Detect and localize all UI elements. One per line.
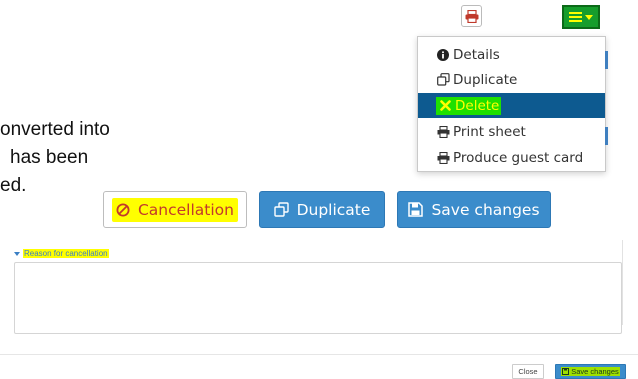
footer-save-changes-button[interactable]: Save changes xyxy=(555,364,626,379)
scroll-edge xyxy=(622,240,623,325)
menu-item-print-sheet[interactable]: Print sheet xyxy=(418,119,605,144)
actions-dropdown: Details Duplicate Delete Print sheet Pro… xyxy=(417,36,608,172)
save-icon xyxy=(562,368,570,375)
times-icon xyxy=(438,100,452,111)
menu-item-label: Delete xyxy=(455,97,500,114)
menu-item-label: Duplicate xyxy=(453,71,518,88)
menu-item-produce-guest-card[interactable]: Produce guest card xyxy=(418,145,605,170)
menu-item-delete[interactable]: Delete xyxy=(418,93,605,118)
menu-item-duplicate[interactable]: Duplicate xyxy=(418,67,605,92)
background-edge xyxy=(605,127,608,145)
document-text-line: ed. xyxy=(0,175,27,196)
chevron-down-icon xyxy=(14,251,20,256)
save-changes-label: Save changes xyxy=(431,200,540,219)
print-icon xyxy=(436,151,450,164)
footer-divider xyxy=(0,354,638,355)
print-icon xyxy=(436,125,450,138)
copy-icon xyxy=(273,202,289,217)
print-button[interactable] xyxy=(461,5,482,27)
footer-save-label: Save changes xyxy=(571,367,619,376)
menu-item-label: Produce guest card xyxy=(453,149,584,166)
reason-panel-header[interactable]: Reason for cancellation xyxy=(14,249,109,258)
hamburger-icon xyxy=(569,12,582,22)
duplicate-button[interactable]: Duplicate xyxy=(259,191,385,228)
info-circle-icon xyxy=(436,48,450,61)
save-changes-button[interactable]: Save changes xyxy=(397,191,551,228)
actions-menu-button[interactable] xyxy=(562,5,600,29)
print-icon xyxy=(465,9,478,23)
reason-panel-title: Reason for cancellation xyxy=(23,249,109,258)
close-button[interactable]: Close xyxy=(512,364,544,379)
ban-icon xyxy=(116,203,130,216)
menu-item-details[interactable]: Details xyxy=(418,42,605,67)
copy-icon xyxy=(436,73,450,86)
background-edge xyxy=(605,51,608,69)
cancellation-button[interactable]: Cancellation xyxy=(103,191,247,228)
reason-textarea[interactable] xyxy=(14,262,622,334)
cancellation-label: Cancellation xyxy=(137,200,234,219)
duplicate-label: Duplicate xyxy=(296,200,371,219)
menu-item-label: Print sheet xyxy=(453,123,526,140)
document-text-line: has been xyxy=(10,147,89,168)
menu-item-label: Details xyxy=(453,46,500,63)
caret-down-icon xyxy=(585,14,593,20)
document-text-line: onverted into xyxy=(0,119,110,140)
save-icon xyxy=(408,202,424,217)
